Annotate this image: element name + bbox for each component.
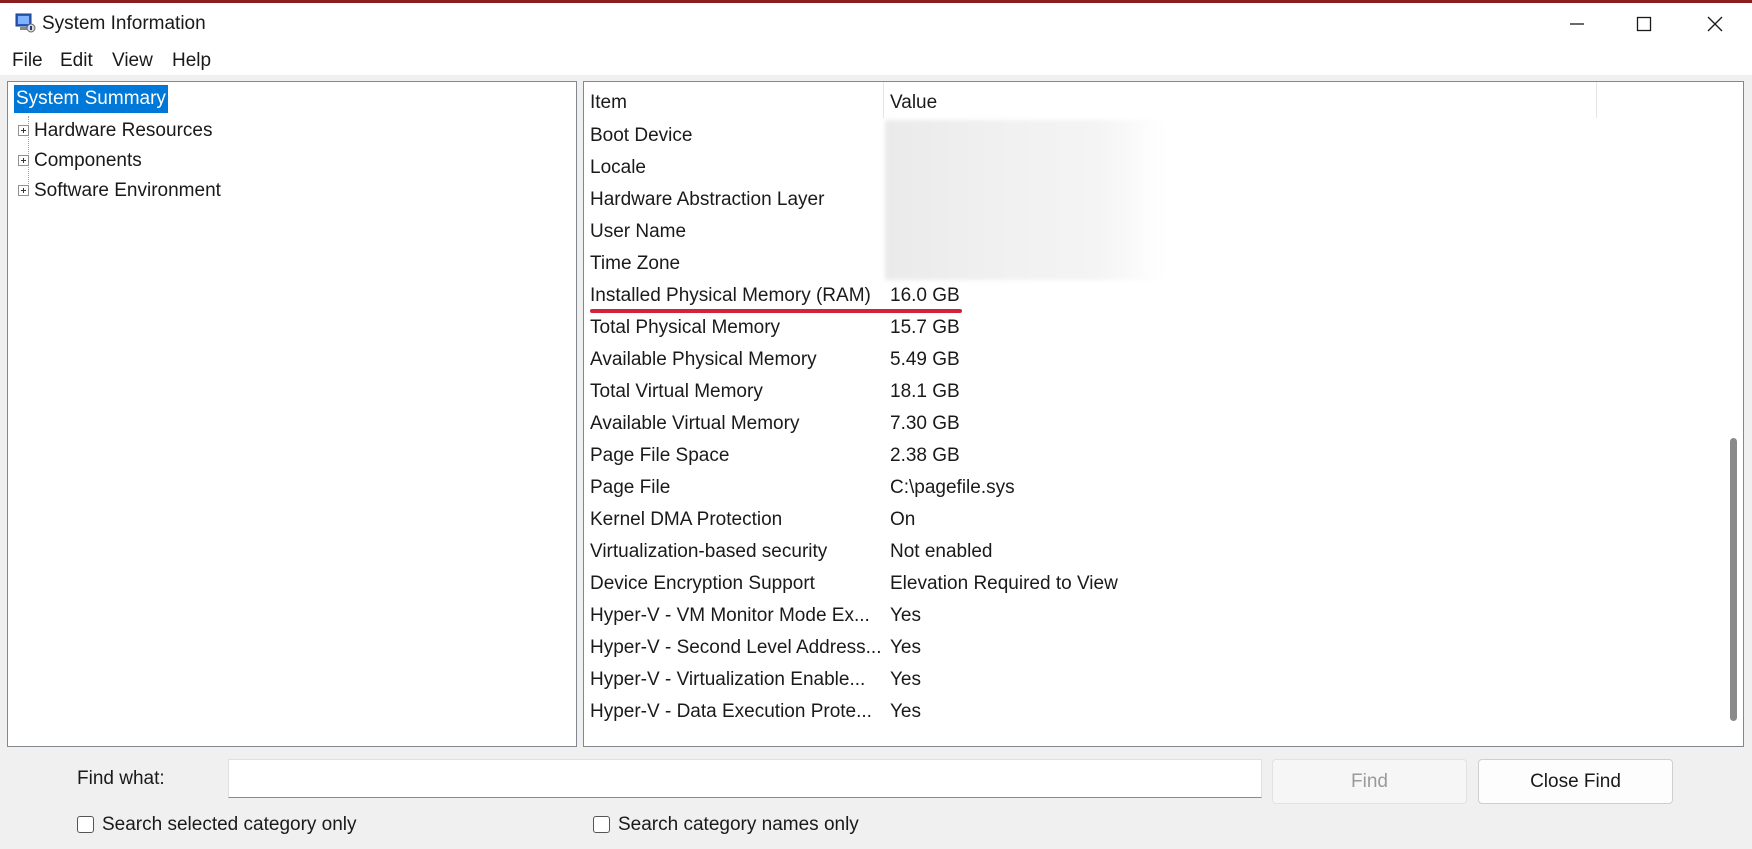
find-button[interactable]: Find [1272, 759, 1467, 804]
row-value: 16.0 GB [890, 285, 960, 306]
row-value: On [890, 509, 916, 530]
row-value: 7.30 GB [890, 413, 960, 434]
row-item-label: Locale [590, 157, 646, 178]
find-what-label: Find what: [77, 768, 165, 789]
row-item-label: Hyper-V - Virtualization Enable... [590, 669, 866, 690]
row-value: 18.1 GB [890, 381, 960, 402]
row-item-label: Page File [590, 477, 671, 498]
scroll-thumb[interactable] [1730, 438, 1737, 721]
row-value: Yes [890, 669, 921, 690]
column-header-item[interactable]: Item [590, 82, 627, 118]
row-value: C:\pagefile.sys [890, 477, 1015, 498]
expand-icon[interactable] [18, 185, 29, 196]
row-value: Yes [890, 605, 921, 626]
close-icon [1707, 16, 1723, 32]
row-item-label: User Name [590, 221, 687, 242]
minimize-icon [1569, 16, 1585, 32]
row-item-label: Boot Device [590, 125, 693, 146]
search-selected-category-checkbox[interactable] [77, 816, 94, 833]
row-item-label: Virtualization-based security [590, 541, 828, 562]
row-item-label: Hardware Abstraction Layer [590, 189, 825, 210]
row-item-label: Hyper-V - VM Monitor Mode Ex... [590, 605, 870, 626]
window-title: System Information [42, 13, 206, 34]
menu-help[interactable]: Help [172, 50, 211, 72]
vertical-scrollbar[interactable] [1724, 82, 1743, 746]
column-divider[interactable] [883, 82, 884, 118]
menu-edit[interactable]: Edit [60, 50, 93, 72]
row-value: Yes [890, 701, 921, 722]
tree-item-hardware-resources[interactable]: Hardware Resources [34, 117, 212, 145]
row-item-label: Kernel DMA Protection [590, 509, 783, 530]
close-find-button[interactable]: Close Find [1478, 759, 1673, 804]
close-window-button[interactable] [1680, 3, 1750, 45]
row-value: 5.49 GB [890, 349, 960, 370]
redacted-values [885, 120, 1167, 280]
details-list[interactable]: Item Value Boot Device Locale Hardware A… [583, 81, 1744, 747]
row-item-label: Total Virtual Memory [590, 381, 763, 402]
tree-item-system-summary[interactable]: System Summary [14, 85, 168, 113]
row-item-label: Total Physical Memory [590, 317, 781, 338]
menu-bar: File Edit View Help [0, 45, 1752, 75]
system-info-icon [14, 12, 36, 34]
tree-item-components[interactable]: Components [34, 147, 142, 175]
column-header-value[interactable]: Value [890, 82, 937, 118]
tree-item-software-environment[interactable]: Software Environment [34, 177, 221, 205]
menu-file[interactable]: File [12, 50, 43, 72]
maximize-button[interactable] [1609, 3, 1679, 45]
row-item-label: Installed Physical Memory (RAM) [590, 285, 871, 306]
row-item-label: Device Encryption Support [590, 573, 815, 594]
row-item-label: Hyper-V - Data Execution Prote... [590, 701, 872, 722]
title-bar[interactable]: System Information [0, 3, 1752, 45]
row-item-label: Time Zone [590, 253, 681, 274]
row-item-label: Hyper-V - Second Level Address... [590, 637, 882, 658]
find-input[interactable] [228, 759, 1262, 798]
maximize-icon [1636, 16, 1652, 32]
column-divider[interactable] [1596, 82, 1597, 118]
row-value: Not enabled [890, 541, 993, 562]
row-value: Yes [890, 637, 921, 658]
row-item-label: Available Virtual Memory [590, 413, 800, 434]
row-value: 15.7 GB [890, 317, 960, 338]
expand-icon[interactable] [18, 155, 29, 166]
search-selected-category-label: Search selected category only [102, 814, 357, 835]
row-item-label: Available Physical Memory [590, 349, 817, 370]
row-item-label: Page File Space [590, 445, 730, 466]
row-value: 2.38 GB [890, 445, 960, 466]
menu-view[interactable]: View [112, 50, 153, 72]
expand-icon[interactable] [18, 125, 29, 136]
highlight-underline [590, 309, 962, 313]
search-category-names-checkbox[interactable] [593, 816, 610, 833]
row-value: Elevation Required to View [890, 573, 1118, 594]
search-category-names-label: Search category names only [618, 814, 859, 835]
category-tree[interactable]: System Summary Hardware Resources Compon… [7, 81, 577, 747]
minimize-button[interactable] [1542, 3, 1612, 45]
